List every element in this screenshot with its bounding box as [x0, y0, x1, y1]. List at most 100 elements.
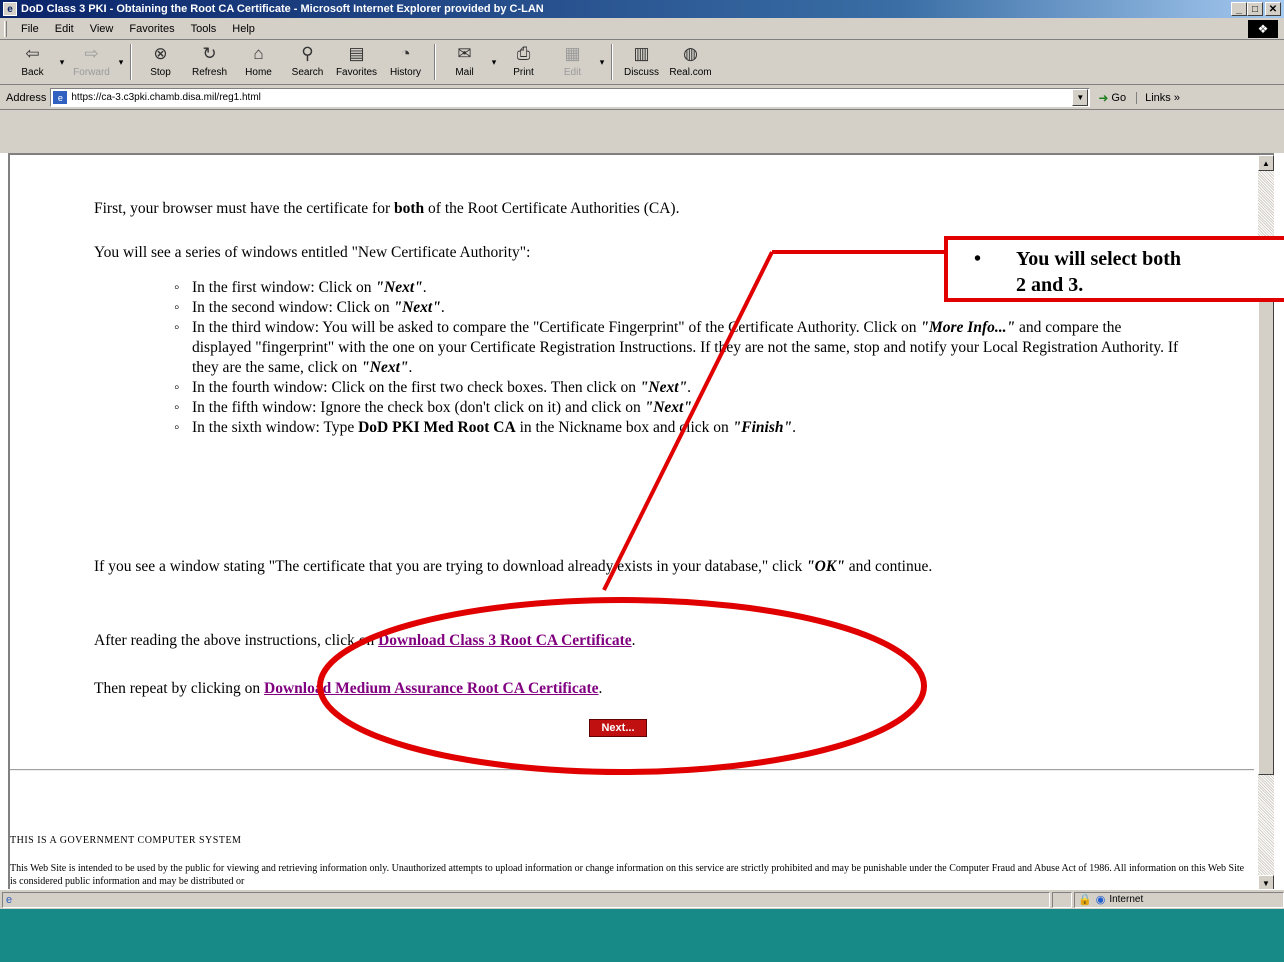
toolbar-button-search[interactable]: ⚲ Search: [283, 41, 332, 83]
discuss-icon: ▥: [633, 44, 650, 63]
go-label: Go: [1111, 91, 1127, 104]
toolbar-button-realcom[interactable]: ◍ Real.com: [666, 41, 715, 83]
title-bar: e DoD Class 3 PKI - Obtaining the Root C…: [0, 0, 1284, 18]
go-arrow-icon: ➜: [1098, 90, 1109, 105]
toolbar-button-stop[interactable]: ⊗ Stop: [136, 41, 185, 83]
callout-bullet: •: [974, 248, 982, 270]
toolbar-button-refresh[interactable]: ↻ Refresh: [185, 41, 234, 83]
menu-help[interactable]: Help: [224, 23, 263, 35]
scroll-thumb[interactable]: [1258, 255, 1274, 775]
toolbar-label: Home: [245, 67, 272, 78]
toolbar-label: Mail: [455, 67, 474, 78]
menu-view[interactable]: View: [82, 23, 122, 35]
address-label: Address: [6, 91, 47, 104]
window-controls: _ □ ✕: [1231, 2, 1281, 16]
address-input[interactable]: e https://ca-3.c3pki.chamb.disa.mil/reg1…: [50, 88, 1091, 107]
close-button[interactable]: ✕: [1265, 2, 1281, 16]
toolbar-label: Real.com: [669, 67, 712, 78]
status-cell-blank: [1052, 891, 1072, 908]
toolbar-button-favorites[interactable]: ▤ Favorites: [332, 41, 381, 83]
zone-label: Internet: [1109, 894, 1144, 905]
scroll-down-icon[interactable]: ▼: [1258, 875, 1274, 889]
toolbar-label: History: [389, 67, 422, 78]
toolbar-button-history[interactable]: ◔ History: [381, 41, 430, 83]
toolbar-button-discuss[interactable]: ▥ Discuss: [617, 41, 666, 83]
toolbar-button-edit: ▦ Edit: [548, 41, 597, 83]
menu-tools[interactable]: Tools: [183, 23, 225, 35]
home-icon: ⌂: [253, 44, 264, 63]
print-icon: ⎙: [516, 44, 531, 63]
page-icon: e: [53, 91, 68, 104]
real-icon: ◍: [683, 44, 698, 63]
menu-favorites[interactable]: Favorites: [121, 23, 182, 35]
security-zone[interactable]: 🔒 ◉ Internet: [1074, 891, 1284, 908]
toolbar-label: Refresh: [191, 67, 227, 78]
desktop-taskbar-area: [0, 909, 1284, 962]
menu-file[interactable]: File: [13, 23, 47, 35]
toolbar-button-mail[interactable]: ✉ Mail: [440, 41, 489, 83]
refresh-icon: ↻: [202, 44, 217, 63]
step-4: In the fourth window: Click on the first…: [174, 378, 1184, 398]
download-medium-assurance-link[interactable]: Download Medium Assurance Root CA Certif…: [264, 680, 599, 697]
address-bar: Address e https://ca-3.c3pki.chamb.disa.…: [0, 86, 1284, 110]
ie-app-icon[interactable]: e: [3, 2, 17, 16]
address-dropdown-icon[interactable]: ▼: [1072, 89, 1089, 106]
download-class3-link[interactable]: Download Class 3 Root CA Certificate: [378, 632, 632, 649]
menu-bar: File Edit View Favorites Tools Help ❖: [0, 18, 1284, 40]
mail-icon: ✉: [457, 44, 472, 63]
intro-paragraph: First, your browser must have the certif…: [94, 199, 679, 219]
toolbar-label: Back: [21, 67, 44, 78]
callout-box: • You will select both 2 and 3.: [944, 236, 1284, 302]
intro-text-end: of the Root Certificate Authorities (CA)…: [424, 200, 680, 217]
toolbar-label: Forward: [73, 67, 110, 78]
browser-chrome: File Edit View Favorites Tools Help ❖ ⇦ B…: [0, 18, 1284, 153]
government-notice-text: This Web Site is intended to be used by …: [10, 863, 1245, 887]
toolbar-label: Stop: [150, 67, 171, 78]
history-icon: ◔: [400, 44, 411, 63]
windows-logo-icon: ❖: [1248, 20, 1278, 38]
exists-paragraph: If you see a window stating "The certifi…: [94, 558, 933, 575]
horizontal-rule: [10, 769, 1254, 771]
dropdown-arrow-icon[interactable]: ▾: [597, 41, 607, 83]
window-title: DoD Class 3 PKI - Obtaining the Root CA …: [21, 3, 544, 15]
dropdown-arrow-icon[interactable]: ▾: [489, 41, 499, 83]
after-reading-paragraph: After reading the above instructions, cl…: [94, 632, 636, 649]
menu-edit[interactable]: Edit: [47, 23, 82, 35]
lock-icon: 🔒: [1078, 894, 1092, 906]
minimize-button[interactable]: _: [1231, 2, 1247, 16]
maximize-button[interactable]: □: [1247, 2, 1263, 16]
toolbar-separator: [130, 44, 132, 80]
toolbar-separator: [434, 44, 436, 80]
next-button[interactable]: Next...: [589, 719, 647, 737]
step-5: In the fifth window: Ignore the check bo…: [174, 398, 1184, 418]
search-icon: ⚲: [301, 44, 314, 63]
stop-icon: ⊗: [153, 44, 168, 63]
toolbar-button-forward: ⇨ Forward: [67, 41, 116, 83]
scroll-up-icon[interactable]: ▲: [1258, 155, 1274, 171]
go-button[interactable]: ➜ Go: [1098, 91, 1126, 105]
toolbar-button-print[interactable]: ⎙ Print: [499, 41, 548, 83]
toolbar-label: Discuss: [623, 67, 659, 78]
callout-line-2: 2 and 3.: [1016, 274, 1084, 296]
toolbar-label: Search: [291, 67, 324, 78]
intro-bold: both: [394, 200, 425, 217]
toolbar-button-back[interactable]: ⇦ Back: [8, 41, 57, 83]
favorites-icon: ▤: [348, 44, 365, 63]
page-status-icon: e: [6, 893, 13, 906]
toolbar-label: Favorites: [335, 67, 378, 78]
dropdown-arrow-icon[interactable]: ▾: [116, 41, 126, 83]
globe-icon: ◉: [1095, 894, 1106, 906]
step-6: In the sixth window: Type DoD PKI Med Ro…: [174, 418, 1184, 438]
forward-arrow-icon: ⇨: [84, 44, 99, 63]
toolbar-button-home[interactable]: ⌂ Home: [234, 41, 283, 83]
back-arrow-icon: ⇦: [25, 44, 40, 63]
toolbar-grip[interactable]: [4, 20, 7, 37]
dropdown-arrow-icon[interactable]: ▾: [57, 41, 67, 83]
address-url[interactable]: https://ca-3.c3pki.chamb.disa.mil/reg1.h…: [71, 92, 1072, 103]
standard-toolbar: ⇦ Back ▾ ⇨ Forward ▾ ⊗ Stop ↻ Refresh ⌂ Home ⚲ Search…: [0, 41, 1284, 85]
series-paragraph: You will see a series of windows entitle…: [94, 244, 531, 261]
links-button[interactable]: Links »: [1136, 91, 1180, 104]
status-text-area: e: [2, 891, 1050, 908]
edit-icon: ▦: [564, 44, 581, 63]
callout-line-1: You will select both: [1016, 248, 1181, 270]
